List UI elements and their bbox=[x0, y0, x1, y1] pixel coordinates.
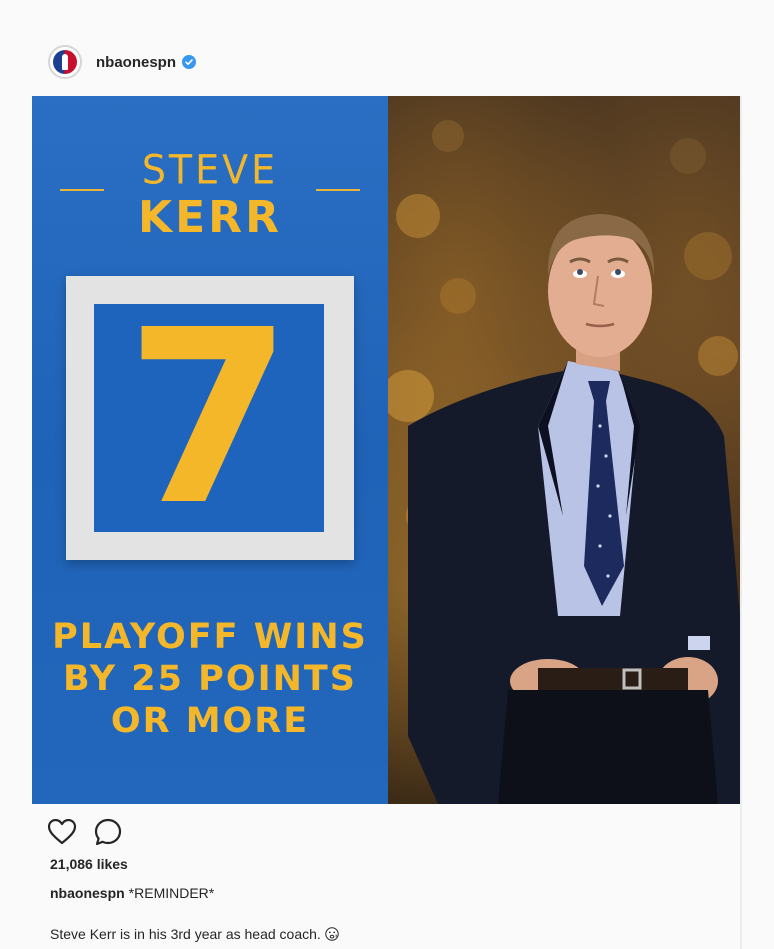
comment-icon[interactable] bbox=[94, 818, 122, 846]
page-divider bbox=[740, 96, 742, 949]
stat-caption-line: BY 25 POINTS bbox=[63, 659, 357, 699]
stat-box: 7 bbox=[66, 276, 354, 560]
nba-logo-icon bbox=[53, 50, 77, 74]
post-header: nbaonespn bbox=[48, 44, 197, 80]
post-actions bbox=[48, 818, 140, 846]
caption-username[interactable]: nbaonespn bbox=[50, 885, 125, 901]
stat-caption: PLAYOFF WINS BY 25 POINTS OR MORE bbox=[32, 616, 388, 742]
stat-graphic: STEVE KERR 7 PLAYOFF WINS BY 25 POINTS O… bbox=[32, 96, 388, 804]
stat-caption-line: PLAYOFF WINS bbox=[52, 617, 368, 657]
instagram-post: nbaonespn STEVE KERR 7 PLAYOFF WINS BY 2… bbox=[0, 0, 774, 949]
stat-box-inner: 7 bbox=[94, 304, 324, 532]
caption-second-line-text: Steve Kerr is in his 3rd year as head co… bbox=[50, 926, 321, 942]
caption: nbaonespn *REMINDER* bbox=[50, 885, 214, 901]
stat-caption-line: OR MORE bbox=[110, 701, 310, 741]
emoji-icon bbox=[325, 927, 339, 941]
post-username[interactable]: nbaonespn bbox=[96, 54, 176, 71]
verified-badge-icon bbox=[182, 55, 197, 69]
graphic-first-name: STEVE bbox=[141, 146, 279, 194]
heart-icon[interactable] bbox=[48, 818, 76, 846]
graphic-last-name: KERR bbox=[138, 192, 282, 243]
likes-count[interactable]: 21,086 likes bbox=[50, 856, 128, 872]
caption-second-line: Steve Kerr is in his 3rd year as head co… bbox=[50, 926, 339, 942]
avatar[interactable] bbox=[48, 45, 82, 79]
stat-number: 7 bbox=[125, 304, 293, 532]
coach-photo bbox=[388, 96, 740, 804]
coach-illustration bbox=[388, 120, 740, 804]
post-image[interactable]: STEVE KERR 7 PLAYOFF WINS BY 25 POINTS O… bbox=[32, 96, 740, 804]
caption-text: *REMINDER* bbox=[128, 885, 215, 901]
